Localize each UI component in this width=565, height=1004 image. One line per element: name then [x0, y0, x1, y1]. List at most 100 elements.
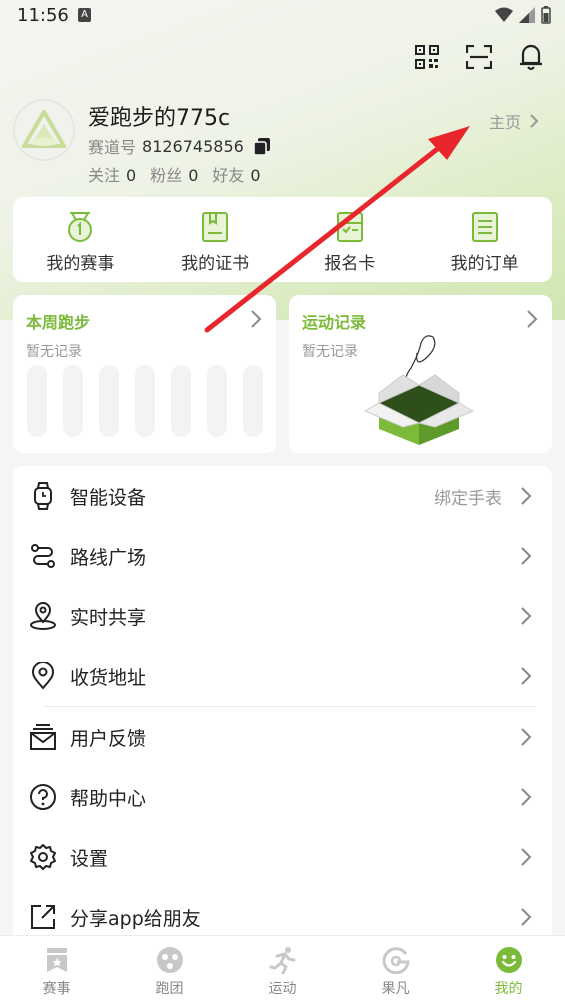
- quick-actions-card: 我的赛事 我的证书 报名卡 我的订单: [13, 197, 552, 282]
- exercise-record-empty: 暂无记录: [302, 344, 358, 360]
- nav-label: 赛事: [42, 981, 71, 997]
- friends-count: 0: [250, 166, 261, 185]
- nav-events[interactable]: 赛事: [0, 936, 113, 1004]
- social-stats: 关注 0 粉丝 0 好友 0: [88, 162, 261, 186]
- medal-icon: [68, 212, 93, 242]
- username: 爱跑步的775c: [88, 106, 231, 131]
- menu-item-shipping-address[interactable]: 收货地址: [13, 646, 552, 706]
- day-bar: [63, 365, 83, 437]
- menu-label: 收货地址: [70, 666, 147, 689]
- certificate-icon: [202, 212, 229, 242]
- guofan-icon: [382, 947, 410, 974]
- bottom-navigation: 赛事 跑团 运动 果凡 我的: [0, 935, 565, 1004]
- homepage-label: 主页: [488, 113, 521, 132]
- fans-count: 0: [188, 166, 199, 185]
- weekly-bars: [27, 365, 263, 437]
- order-list-icon: [471, 212, 498, 242]
- qr-code-icon[interactable]: [413, 42, 441, 72]
- menu-label: 实时共享: [70, 606, 147, 629]
- quick-action-label: 我的赛事: [46, 254, 115, 274]
- menu-list: 智能设备 绑定手表 路线广场 实时共享 收货地址 用户反馈 帮助中心 设置 分享…: [13, 466, 552, 946]
- run-club-icon: [156, 947, 183, 973]
- menu-value: 绑定手表: [434, 488, 502, 509]
- bell-icon[interactable]: [517, 42, 545, 72]
- menu-item-feedback[interactable]: 用户反馈: [13, 707, 552, 767]
- quick-action-label: 报名卡: [324, 254, 376, 274]
- status-time: 11:56: [17, 5, 69, 26]
- my-certificates-button[interactable]: 我的证书: [148, 197, 283, 282]
- fans-label: 粉丝: [150, 166, 183, 185]
- top-toolbar: [413, 42, 545, 72]
- day-bar: [135, 365, 155, 437]
- following-label: 关注: [88, 166, 121, 185]
- exercise-record-title: 运动记录: [302, 313, 367, 332]
- notification-icon: A: [78, 8, 91, 22]
- signup-card-icon: [336, 212, 363, 242]
- menu-label: 分享app给朋友: [70, 907, 201, 930]
- route-icon: [29, 542, 57, 570]
- chevron-right-icon: [251, 310, 262, 328]
- menu-item-settings[interactable]: 设置: [13, 827, 552, 887]
- copy-icon[interactable]: [253, 138, 270, 156]
- chevron-right-icon: [521, 487, 532, 505]
- chevron-right-icon: [527, 310, 538, 328]
- nav-run-club[interactable]: 跑团: [113, 936, 226, 1004]
- watch-icon: [29, 482, 57, 510]
- battery-icon: [541, 6, 551, 24]
- nav-label: 跑团: [155, 981, 184, 997]
- menu-item-route-square[interactable]: 路线广场: [13, 526, 552, 586]
- quick-action-label: 我的证书: [181, 254, 250, 274]
- chevron-right-icon: [530, 114, 539, 128]
- share-icon: [29, 903, 57, 931]
- wifi-icon: [495, 7, 513, 22]
- weekly-run-title: 本周跑步: [26, 313, 91, 332]
- avatar[interactable]: [13, 99, 75, 161]
- track-number-row: 赛道号 8126745856: [88, 134, 270, 158]
- nav-mine[interactable]: 我的: [452, 936, 565, 1004]
- smiley-icon: [495, 947, 522, 973]
- following-stat[interactable]: 关注 0: [88, 162, 136, 186]
- friends-stat[interactable]: 好友 0: [212, 162, 260, 186]
- my-events-button[interactable]: 我的赛事: [13, 197, 148, 282]
- menu-item-help-center[interactable]: 帮助中心: [13, 767, 552, 827]
- day-bar: [171, 365, 191, 437]
- homepage-link[interactable]: 主页: [489, 109, 539, 133]
- chevron-right-icon: [521, 908, 532, 926]
- chevron-right-icon: [521, 607, 532, 625]
- address-pin-icon: [29, 662, 57, 690]
- chevron-right-icon: [521, 547, 532, 565]
- chevron-right-icon: [521, 728, 532, 746]
- status-bar: 11:56 A: [0, 0, 565, 32]
- exercise-record-card[interactable]: 运动记录 暂无记录: [289, 295, 552, 453]
- following-count: 0: [126, 166, 137, 185]
- nav-label: 运动: [268, 981, 297, 997]
- settings-icon: [29, 843, 57, 871]
- nav-label: 果凡: [381, 981, 410, 997]
- menu-label: 智能设备: [70, 486, 147, 509]
- track-number: 8126745856: [142, 136, 244, 156]
- quick-action-label: 我的订单: [450, 254, 519, 274]
- track-label: 赛道号: [88, 138, 137, 157]
- chevron-right-icon: [521, 788, 532, 806]
- scan-icon[interactable]: [465, 42, 493, 72]
- day-bar: [99, 365, 119, 437]
- signal-icon: [519, 7, 535, 23]
- weekly-run-empty: 暂无记录: [26, 344, 82, 360]
- menu-item-live-share[interactable]: 实时共享: [13, 586, 552, 646]
- friends-label: 好友: [212, 166, 245, 185]
- menu-label: 设置: [70, 847, 109, 870]
- location-share-icon: [29, 602, 57, 630]
- menu-item-smart-device[interactable]: 智能设备 绑定手表: [13, 466, 552, 526]
- feedback-icon: [29, 723, 57, 751]
- signup-card-button[interactable]: 报名卡: [283, 197, 418, 282]
- menu-label: 路线广场: [70, 546, 147, 569]
- menu-label: 帮助中心: [70, 787, 147, 810]
- nav-sport[interactable]: 运动: [226, 936, 339, 1004]
- fans-stat[interactable]: 粉丝 0: [150, 162, 198, 186]
- nav-guofan[interactable]: 果凡: [339, 936, 452, 1004]
- empty-box-illustration: [363, 335, 475, 445]
- day-bar: [243, 365, 263, 437]
- my-orders-button[interactable]: 我的订单: [417, 197, 552, 282]
- nav-label: 我的: [494, 981, 523, 997]
- weekly-run-card[interactable]: 本周跑步 暂无记录: [13, 295, 276, 453]
